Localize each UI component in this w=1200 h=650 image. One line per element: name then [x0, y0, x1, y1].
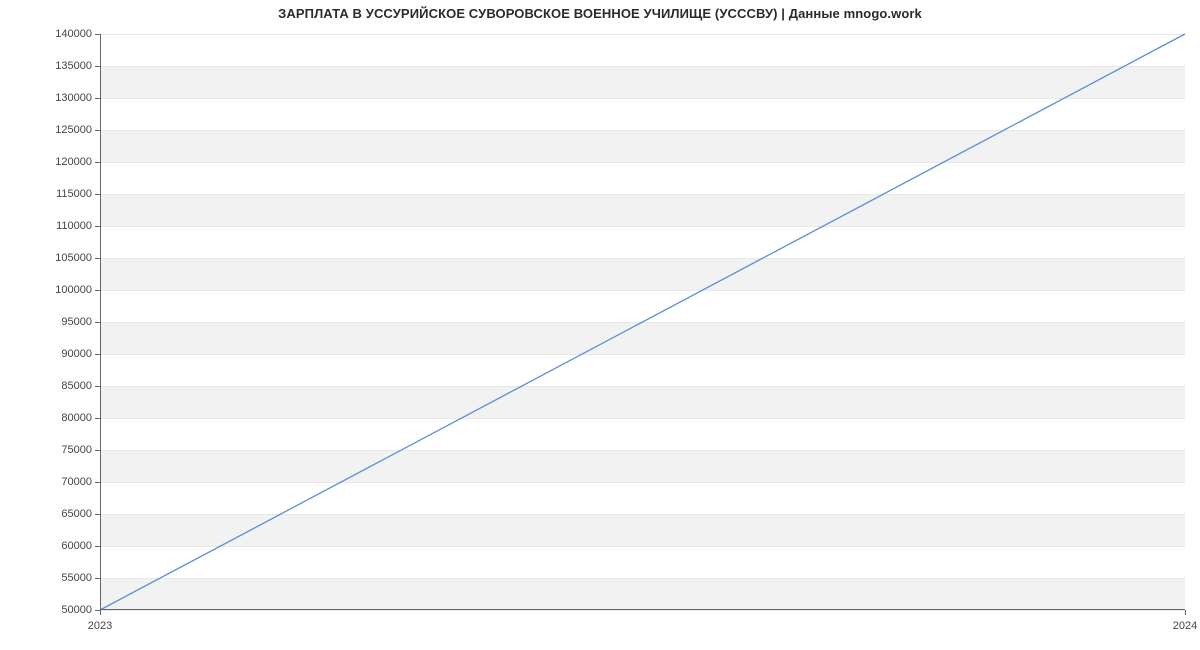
y-tick-label: 70000 [61, 476, 100, 488]
y-tick-label: 85000 [61, 380, 100, 392]
y-tick-label: 80000 [61, 412, 100, 424]
axes-frame [100, 34, 1185, 610]
chart-container: ЗАРПЛАТА В УССУРИЙСКОЕ СУВОРОВСКОЕ ВОЕНН… [0, 0, 1200, 650]
y-tick-label: 125000 [55, 124, 100, 136]
x-tick-label: 2024 [1173, 620, 1197, 632]
y-tick-label: 115000 [56, 188, 100, 200]
y-tick-label: 75000 [61, 444, 100, 456]
y-tick-label: 50000 [61, 604, 100, 616]
y-tick-label: 60000 [61, 540, 100, 552]
y-tick-label: 65000 [61, 508, 100, 520]
y-tick-label: 95000 [61, 316, 100, 328]
y-tick-label: 55000 [61, 572, 100, 584]
y-tick-label: 140000 [55, 28, 100, 40]
gridline [100, 610, 1185, 611]
y-tick-label: 110000 [56, 220, 100, 232]
y-tick-label: 120000 [55, 156, 100, 168]
y-tick-label: 100000 [55, 284, 100, 296]
y-tick-label: 105000 [55, 252, 100, 264]
plot-area: 5000055000600006500070000750008000085000… [100, 34, 1185, 610]
y-tick-label: 130000 [55, 92, 100, 104]
x-tick-mark [100, 610, 101, 615]
y-tick-label: 135000 [55, 60, 100, 72]
y-tick-label: 90000 [61, 348, 100, 360]
x-tick-label: 2023 [88, 620, 112, 632]
x-tick-mark [1185, 610, 1186, 615]
chart-title: ЗАРПЛАТА В УССУРИЙСКОЕ СУВОРОВСКОЕ ВОЕНН… [0, 6, 1200, 21]
